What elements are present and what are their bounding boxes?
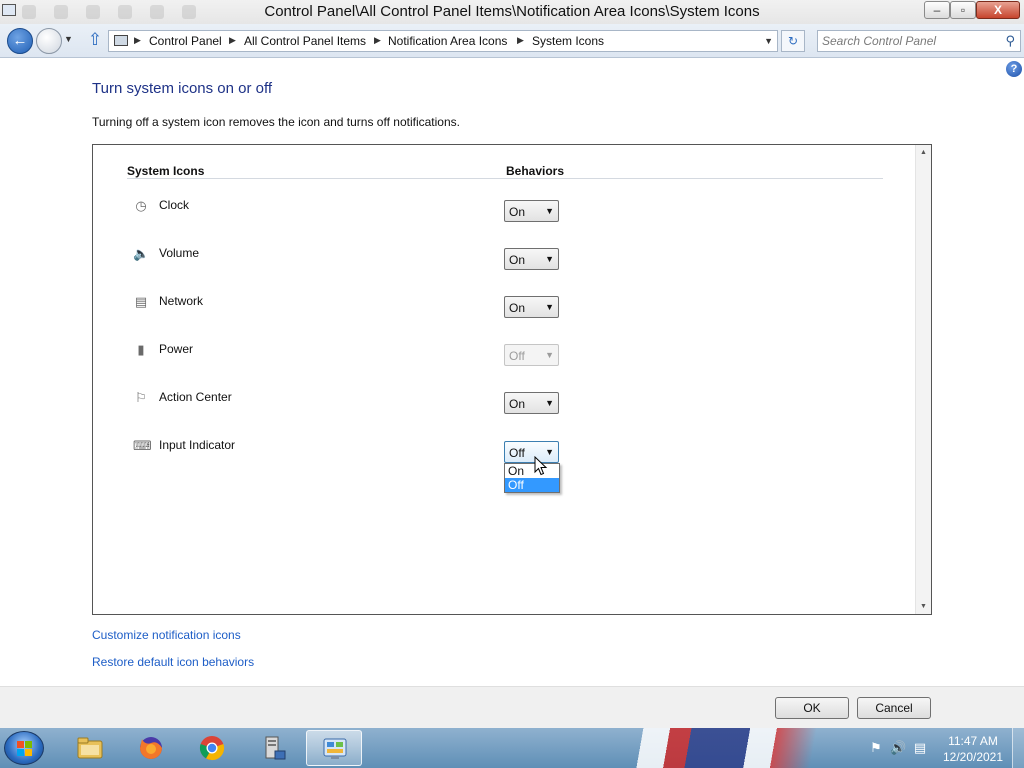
show-desktop-button[interactable] <box>1012 728 1024 768</box>
taskbar-file-explorer[interactable] <box>62 730 118 766</box>
behavior-select-action-center[interactable]: On ▼ <box>504 392 559 414</box>
chrome-icon <box>199 736 225 761</box>
breadcrumb-control-panel[interactable]: Control Panel <box>149 34 222 48</box>
address-bar[interactable]: ▶ Control Panel ▶ All Control Panel Item… <box>108 30 778 52</box>
windows-logo-icon <box>17 741 32 756</box>
help-icon[interactable]: ? <box>1006 61 1022 77</box>
folder-icon <box>77 737 103 759</box>
taskbar: ⚑ 🔊 ▤ 11:47 AM 12/20/2021 <box>0 728 1024 768</box>
row-label-power: Power <box>159 342 194 356</box>
scroll-down-icon[interactable]: ▼ <box>920 603 927 610</box>
taskbar-firefox[interactable] <box>123 730 179 766</box>
chevron-right-icon[interactable]: ▶ <box>517 35 524 46</box>
close-button[interactable]: X <box>976 1 1020 19</box>
row-label-action-center: Action Center <box>159 390 232 404</box>
action-center-flag-icon[interactable]: ⚑ <box>868 740 884 756</box>
address-dropdown-icon[interactable]: ▼ <box>764 36 773 46</box>
behavior-dropdown-list: On Off <box>504 463 560 493</box>
clock-date[interactable]: 12/20/2021 <box>940 750 1006 764</box>
header-divider <box>127 178 883 179</box>
desktop-wallpaper-peek <box>590 728 850 768</box>
page-title: Turn system icons on or off <box>92 80 273 97</box>
refresh-icon[interactable]: ↻ <box>781 30 805 52</box>
window-title: Control Panel\All Control Panel Items\No… <box>264 3 760 20</box>
network-icon: ▤ <box>134 294 148 309</box>
dropdown-option-on[interactable]: On <box>505 464 559 478</box>
vertical-scrollbar[interactable]: ▲ ▼ <box>915 145 931 614</box>
row-label-volume: Volume <box>159 246 200 260</box>
row-label-clock: Clock <box>159 198 190 212</box>
recent-pages-dropdown-icon[interactable]: ▼ <box>64 34 74 44</box>
forward-button[interactable] <box>36 28 62 54</box>
chevron-down-icon: ▼ <box>545 302 554 312</box>
chevron-right-icon[interactable]: ▶ <box>374 35 381 46</box>
column-header-behaviors: Behaviors <box>506 164 565 178</box>
back-button[interactable]: ← <box>7 28 33 54</box>
taskbar-chrome[interactable] <box>184 730 240 766</box>
server-manager-icon <box>265 736 286 760</box>
search-icon[interactable]: ⚲ <box>1005 33 1015 49</box>
behavior-value-volume: On <box>509 253 526 267</box>
behavior-value-power: Off <box>509 349 525 363</box>
breadcrumb-notification-area-icons[interactable]: Notification Area Icons <box>388 34 507 48</box>
customize-notification-icons-link[interactable]: Customize notification icons <box>92 628 241 642</box>
title-bar: Control Panel\All Control Panel Items\No… <box>0 0 1024 24</box>
chevron-down-icon: ▼ <box>545 206 554 216</box>
search-input[interactable] <box>822 33 992 49</box>
start-button[interactable] <box>4 731 44 765</box>
scroll-up-icon[interactable]: ▲ <box>920 149 927 156</box>
dropdown-option-off[interactable]: Off <box>505 478 559 492</box>
clock-time[interactable]: 11:47 AM <box>940 734 1006 748</box>
up-arrow-icon[interactable]: ⇧ <box>86 31 104 50</box>
restore-default-behaviors-link[interactable]: Restore default icon behaviors <box>92 655 254 669</box>
action-center-flag-icon: ⚐ <box>135 390 147 405</box>
chevron-down-icon: ▼ <box>545 398 554 408</box>
keyboard-icon: ⌨ <box>133 438 152 453</box>
taskbar-control-panel[interactable] <box>306 730 362 766</box>
chevron-right-icon[interactable]: ▶ <box>134 35 141 46</box>
control-panel-icon <box>114 35 128 46</box>
behavior-value-network: On <box>509 301 526 315</box>
clock-icon: ◷ <box>135 198 147 213</box>
firefox-icon <box>140 737 162 759</box>
page-description: Turning off a system icon removes the ic… <box>92 115 460 129</box>
breadcrumb-system-icons[interactable]: System Icons <box>532 34 604 48</box>
power-icon: ▮ <box>137 342 145 357</box>
mouse-cursor-icon <box>534 456 548 476</box>
behavior-select-power: Off ▼ <box>504 344 559 366</box>
system-icons-list: System Icons Behaviors ◷ Clock On ▼ 🔈 Vo… <box>92 144 932 615</box>
volume-icon: 🔈 <box>133 246 150 261</box>
cancel-button[interactable]: Cancel <box>857 697 931 719</box>
minimize-button[interactable]: – <box>924 1 950 19</box>
control-panel-icon <box>323 738 347 759</box>
behavior-select-input-indicator[interactable]: Off ▼ <box>504 441 559 463</box>
chevron-down-icon: ▼ <box>545 350 554 360</box>
behavior-value-clock: On <box>509 205 526 219</box>
chevron-down-icon: ▼ <box>545 254 554 264</box>
row-label-network: Network <box>159 294 204 308</box>
dialog-button-bar: OK Cancel <box>0 686 1024 728</box>
search-box[interactable]: ⚲ <box>817 30 1021 52</box>
behavior-value-action-center: On <box>509 397 526 411</box>
breadcrumb-all-items[interactable]: All Control Panel Items <box>244 34 366 48</box>
column-header-system-icons: System Icons <box>127 164 205 178</box>
behavior-value-input-indicator: Off <box>509 446 525 460</box>
behavior-select-volume[interactable]: On ▼ <box>504 248 559 270</box>
network-icon[interactable]: ▤ <box>912 740 928 756</box>
volume-icon[interactable]: 🔊 <box>890 740 906 756</box>
row-label-input-indicator: Input Indicator <box>159 438 236 452</box>
behavior-select-network[interactable]: On ▼ <box>504 296 559 318</box>
chevron-right-icon[interactable]: ▶ <box>229 35 236 46</box>
maximize-button[interactable]: ▫ <box>950 1 976 19</box>
navigation-bar: ← ▼ ⇧ ▶ Control Panel ▶ All Control Pane… <box>0 24 1024 58</box>
taskbar-server-manager[interactable] <box>245 730 301 766</box>
behavior-select-clock[interactable]: On ▼ <box>504 200 559 222</box>
ok-button[interactable]: OK <box>775 697 849 719</box>
